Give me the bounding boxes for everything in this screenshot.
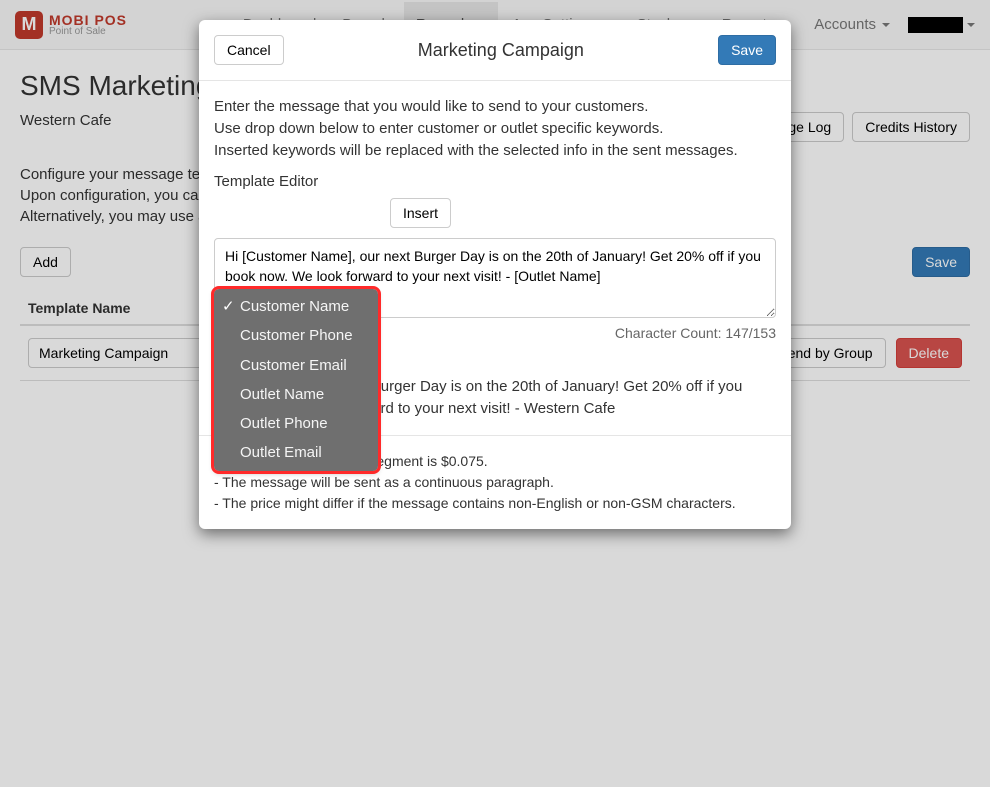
instructions: Enter the message that you would like to…	[214, 96, 776, 161]
dropdown-item-outlet-email[interactable]: Outlet Email	[214, 438, 378, 467]
instructions-line-1: Enter the message that you would like to…	[214, 98, 648, 115]
editor-toolbar: Insert	[214, 198, 776, 228]
dropdown-item-customer-name[interactable]: Customer Name	[214, 292, 378, 321]
dropdown-item-outlet-phone[interactable]: Outlet Phone	[214, 409, 378, 438]
modal-title: Marketing Campaign	[284, 40, 718, 61]
keyword-select[interactable]	[214, 198, 384, 228]
dropdown-item-customer-email[interactable]: Customer Email	[214, 351, 378, 380]
dropdown-item-outlet-name[interactable]: Outlet Name	[214, 380, 378, 409]
dropdown-item-customer-phone[interactable]: Customer Phone	[214, 321, 378, 350]
instructions-line-3: Inserted keywords will be replaced with …	[214, 142, 738, 159]
template-editor-label: Template Editor	[214, 173, 776, 190]
footer-line-3: - The price might differ if the message …	[214, 493, 776, 514]
instructions-line-2: Use drop down below to enter customer or…	[214, 120, 663, 137]
modal-header: Cancel Marketing Campaign Save	[199, 20, 791, 81]
modal-body: Enter the message that you would like to…	[199, 81, 791, 435]
modal-save-button[interactable]: Save	[718, 35, 776, 65]
footer-line-2: - The message will be sent as a continuo…	[214, 472, 776, 493]
insert-button[interactable]: Insert	[390, 198, 451, 228]
modal: Cancel Marketing Campaign Save Enter the…	[199, 20, 791, 529]
modal-overlay[interactable]: Cancel Marketing Campaign Save Enter the…	[0, 0, 990, 787]
keyword-dropdown-menu: Customer NameCustomer PhoneCustomer Emai…	[214, 289, 378, 471]
cancel-button[interactable]: Cancel	[214, 35, 284, 65]
